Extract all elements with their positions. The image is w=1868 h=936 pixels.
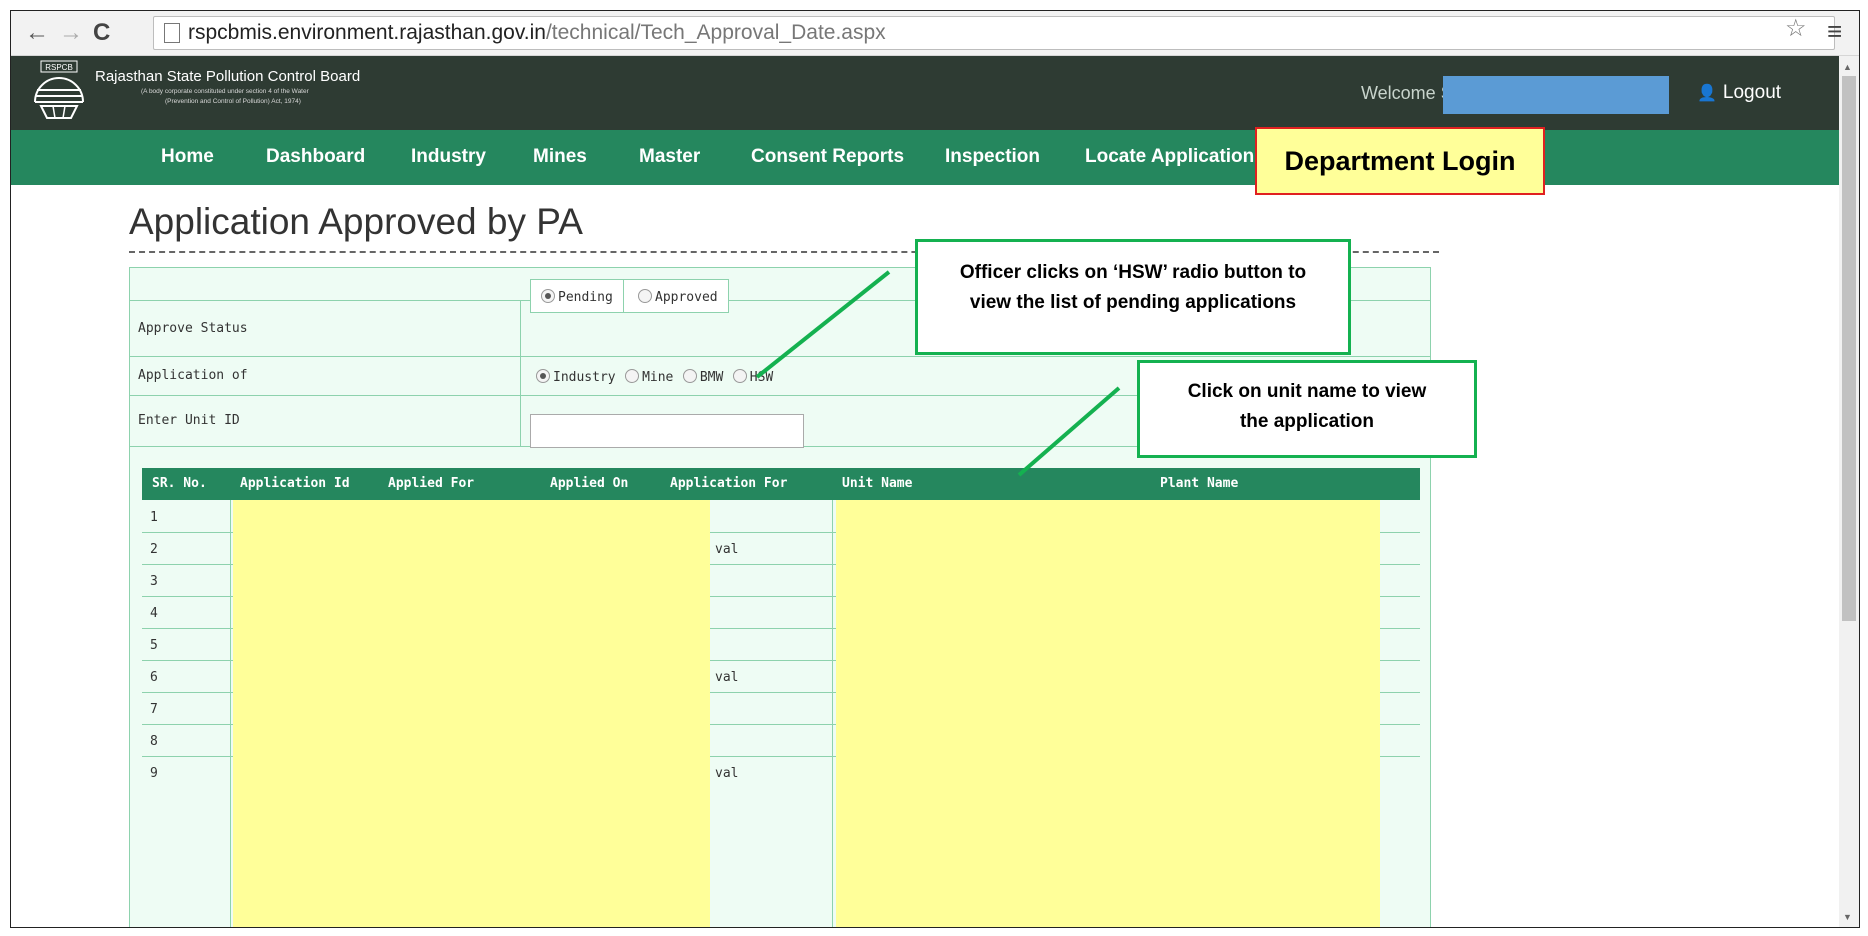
hsw-callout-line1: Officer clicks on ‘HSW’ radio button to [959,262,1307,283]
hsw-callout-line2: view the list of pending applications [969,292,1297,313]
unit-name-callout: Click on unit name to view the applicati… [1137,360,1477,458]
unit-callout-line1: Click on unit name to view [1187,381,1427,402]
screenshot-frame: ← → C rspcbmis.environment.rajasthan.gov… [10,10,1860,928]
unit-pointer-line [1017,386,1121,477]
unit-callout-line2: the application [1239,411,1375,432]
hsw-pointer-line [755,270,891,379]
annotation-pointers [755,270,1121,477]
hsw-callout: Officer clicks on ‘HSW’ radio button to … [915,239,1351,355]
